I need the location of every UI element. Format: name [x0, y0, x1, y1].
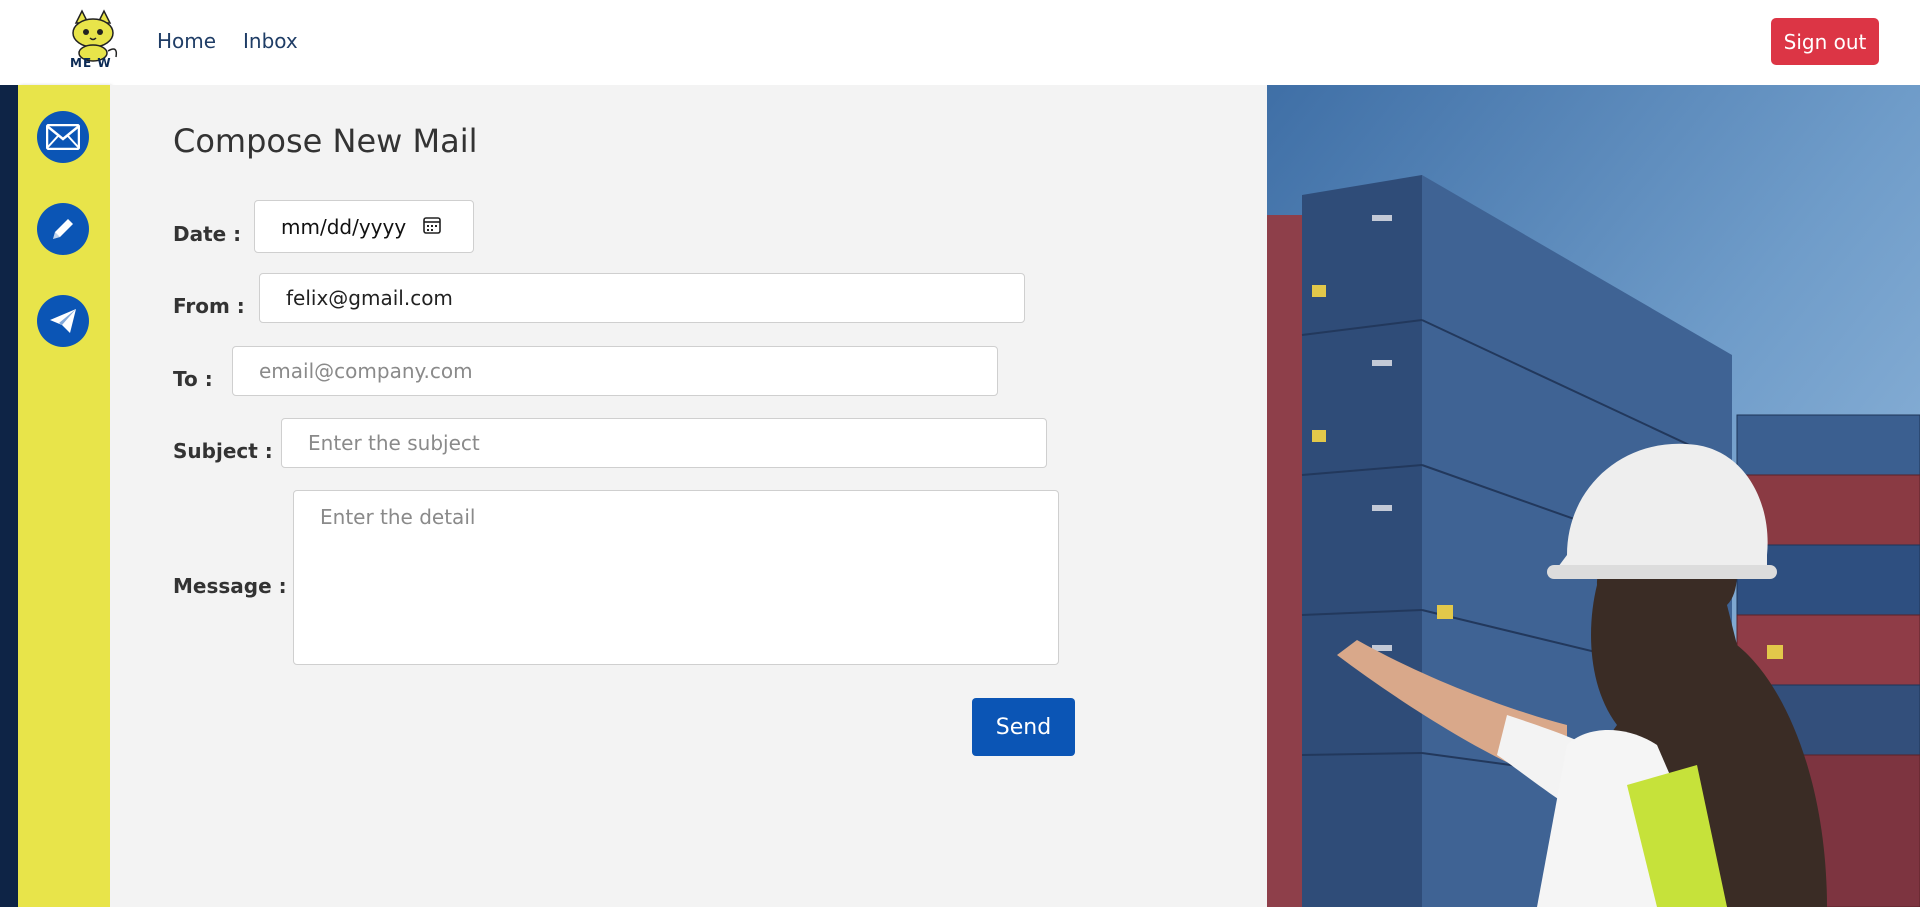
- from-field[interactable]: [259, 273, 1025, 323]
- sidebar-edge: [0, 85, 18, 907]
- hero-image: [1267, 85, 1920, 907]
- page-title: Compose New Mail: [173, 122, 478, 160]
- send-button[interactable]: Send: [972, 698, 1075, 756]
- pencil-icon: [49, 215, 77, 243]
- subject-field[interactable]: [281, 418, 1047, 468]
- sidebar-item-compose[interactable]: [37, 203, 89, 255]
- to-label: To :: [173, 367, 213, 391]
- calendar-icon[interactable]: [422, 215, 442, 239]
- subject-label: Subject :: [173, 439, 273, 463]
- send-icon: [48, 307, 78, 335]
- date-value: mm/dd/yyyy: [281, 214, 407, 239]
- sidebar-item-sent[interactable]: [37, 295, 89, 347]
- date-label: Date :: [173, 222, 242, 246]
- logo-wordmark: ME W: [70, 56, 112, 70]
- nav-inbox-link[interactable]: Inbox: [243, 29, 298, 53]
- message-field[interactable]: [293, 490, 1059, 665]
- to-field[interactable]: [232, 346, 998, 396]
- from-label: From :: [173, 294, 245, 318]
- top-navbar: ME W Home Inbox Sign out: [0, 0, 1920, 85]
- mail-icon: [46, 124, 80, 150]
- sidebar: [18, 85, 110, 907]
- sidebar-item-mail[interactable]: [37, 111, 89, 163]
- message-label: Message :: [173, 574, 287, 598]
- nav-home-link[interactable]: Home: [157, 29, 216, 53]
- date-input[interactable]: mm/dd/yyyy: [254, 200, 474, 253]
- sign-out-button[interactable]: Sign out: [1771, 18, 1879, 65]
